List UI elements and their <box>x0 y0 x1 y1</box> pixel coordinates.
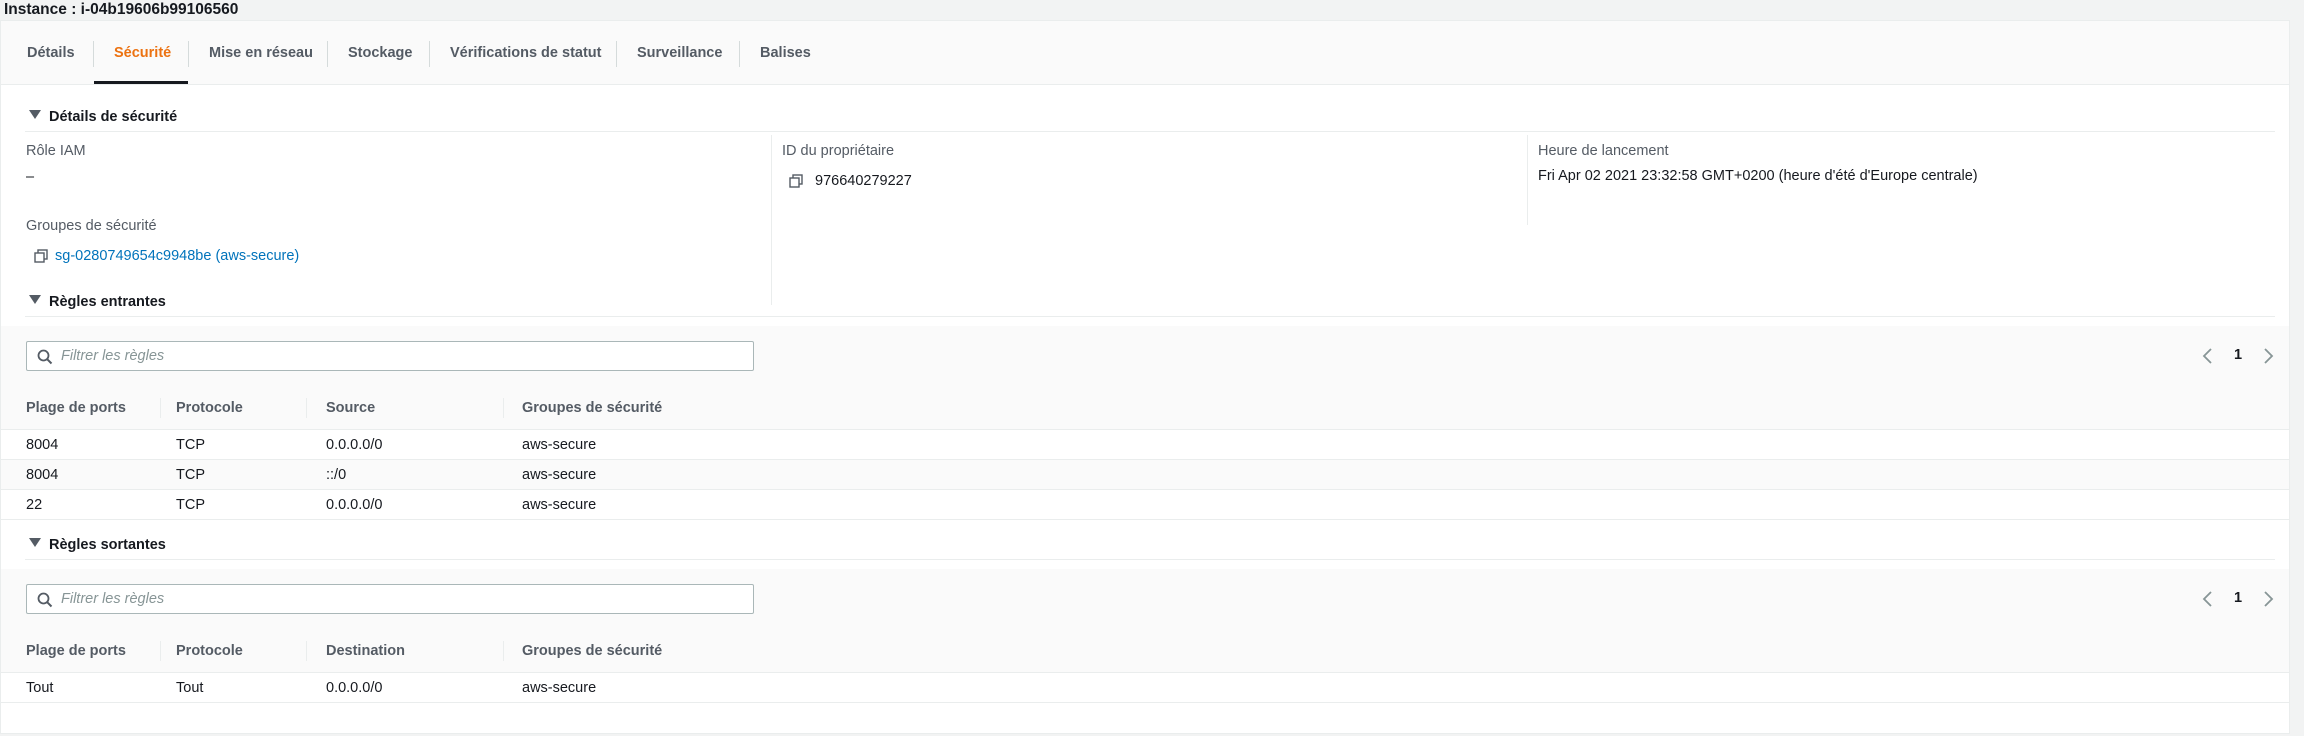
outbound-filter-bar: 1 <box>1 569 2289 629</box>
section-title: Règles entrantes <box>49 294 166 310</box>
launch-time-value: Fri Apr 02 2021 23:32:58 GMT+0200 (heure… <box>1538 168 1978 184</box>
cell-port-range: Tout <box>26 680 54 696</box>
divider <box>25 316 2275 317</box>
inbound-table-header: Plage de ports Protocole Source Groupes … <box>1 386 2289 430</box>
chevron-right-icon[interactable] <box>2261 347 2275 365</box>
table-row: Tout Tout 0.0.0.0/0 aws-secure <box>1 673 2289 703</box>
launch-time-label: Heure de lancement <box>1538 143 1669 159</box>
caret-down-icon <box>29 295 41 304</box>
chevron-left-icon[interactable] <box>2201 590 2215 608</box>
section-inbound-rules-toggle[interactable]: Règles entrantes <box>29 291 166 313</box>
section-title: Règles sortantes <box>49 537 166 553</box>
tab-details[interactable]: Détails <box>7 38 95 68</box>
table-row: 22 TCP 0.0.0.0/0 aws-secure <box>1 490 2289 520</box>
chevron-right-icon[interactable] <box>2261 590 2275 608</box>
inbound-filter-field[interactable] <box>26 341 754 371</box>
iam-role-label: Rôle IAM <box>26 143 86 159</box>
section-security-details-toggle[interactable]: Détails de sécurité <box>29 106 177 128</box>
column-header[interactable]: Protocole <box>176 629 243 673</box>
cell-source: 0.0.0.0/0 <box>326 497 383 513</box>
column-divider <box>306 641 307 661</box>
copy-icon[interactable] <box>789 174 803 188</box>
column-header[interactable]: Destination <box>326 629 405 673</box>
column-header[interactable]: Source <box>326 386 375 430</box>
tab-security[interactable]: Sécurité <box>94 38 191 68</box>
tab-networking[interactable]: Mise en réseau <box>189 38 333 68</box>
cell-protocol: TCP <box>176 437 205 453</box>
caret-down-icon <box>29 110 41 119</box>
chevron-left-icon[interactable] <box>2201 347 2215 365</box>
copy-icon[interactable] <box>34 249 48 263</box>
column-divider <box>160 641 161 661</box>
column-header[interactable]: Protocole <box>176 386 243 430</box>
table-row: 8004 TCP 0.0.0.0/0 aws-secure <box>1 430 2289 460</box>
cell-security-group: aws-secure <box>522 680 597 696</box>
tab-bar: Détails Sécurité Mise en réseau Stockage… <box>1 21 2289 85</box>
cell-port-range: 8004 <box>26 437 59 453</box>
section-outbound-rules-toggle[interactable]: Règles sortantes <box>29 534 166 556</box>
iam-role-value: – <box>26 169 35 185</box>
section-title: Détails de sécurité <box>49 109 178 125</box>
cell-protocol: TCP <box>176 467 205 483</box>
column-header[interactable]: Groupes de sécurité <box>522 386 662 430</box>
cell-protocol: TCP <box>176 497 205 513</box>
column-divider <box>160 398 161 418</box>
tab-tags[interactable]: Balises <box>740 38 831 68</box>
cell-source: ::/0 <box>326 467 347 483</box>
instance-title: Instance : i-04b19606b99106560 <box>4 1 239 18</box>
cell-security-group: aws-secure <box>522 497 597 513</box>
security-group-link[interactable]: sg-0280749654c9948be (aws-secure) <box>55 248 299 264</box>
cell-security-group: aws-secure <box>522 437 597 453</box>
active-tab-indicator <box>94 81 188 84</box>
search-icon <box>37 592 53 608</box>
tab-status-checks[interactable]: Vérifications de statut <box>430 38 621 68</box>
outbound-page-number[interactable]: 1 <box>2234 590 2242 606</box>
inbound-filter-input[interactable] <box>61 342 741 370</box>
column-divider <box>306 398 307 418</box>
cell-destination: 0.0.0.0/0 <box>326 680 383 696</box>
inbound-page-number[interactable]: 1 <box>2234 347 2242 363</box>
cell-port-range: 22 <box>26 497 43 513</box>
cell-security-group: aws-secure <box>522 467 597 483</box>
cell-port-range: 8004 <box>26 467 59 483</box>
security-groups-label: Groupes de sécurité <box>26 218 157 234</box>
outbound-filter-input[interactable] <box>61 585 741 613</box>
column-header[interactable]: Groupes de sécurité <box>522 629 662 673</box>
column-divider <box>503 641 504 661</box>
outbound-table-header: Plage de ports Protocole Destination Gro… <box>1 629 2289 673</box>
cell-source: 0.0.0.0/0 <box>326 437 383 453</box>
divider <box>25 559 2275 560</box>
table-row: 8004 TCP ::/0 aws-secure <box>1 460 2289 490</box>
column-header[interactable]: Plage de ports <box>26 386 126 430</box>
caret-down-icon <box>29 538 41 547</box>
column-header[interactable]: Plage de ports <box>26 629 126 673</box>
owner-id-label: ID du propriétaire <box>782 143 895 159</box>
divider <box>25 131 2275 132</box>
owner-id-value: 976640279227 <box>815 173 912 189</box>
column-divider <box>1527 135 1528 225</box>
column-divider <box>771 135 772 305</box>
inbound-filter-bar: 1 <box>1 326 2289 386</box>
outbound-filter-field[interactable] <box>26 584 754 614</box>
column-divider <box>503 398 504 418</box>
tab-monitoring[interactable]: Surveillance <box>617 38 742 68</box>
cell-protocol: Tout <box>176 680 204 696</box>
tab-storage[interactable]: Stockage <box>328 38 432 68</box>
search-icon <box>37 349 53 365</box>
security-panel: Détails Sécurité Mise en réseau Stockage… <box>0 20 2290 734</box>
